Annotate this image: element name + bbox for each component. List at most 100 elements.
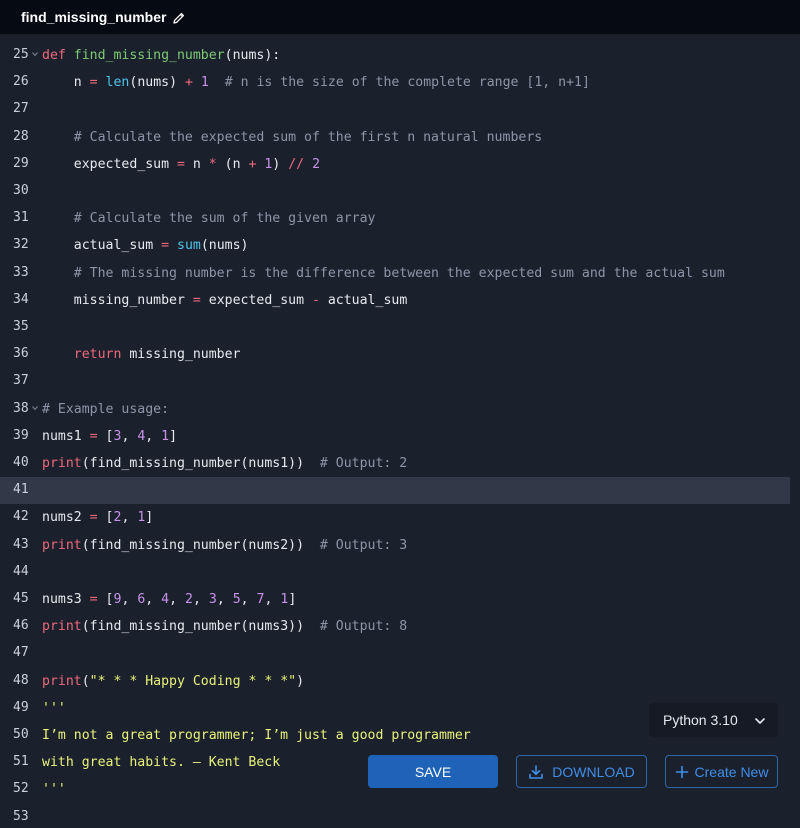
code-line[interactable]: 48 print("* * * Happy Coding * * *"): [0, 668, 790, 695]
line-number: 46: [13, 618, 29, 634]
create-new-button[interactable]: Create New: [665, 755, 778, 788]
code-token: return: [73, 347, 122, 363]
code-token: ): [296, 673, 305, 689]
line-gutter: 29: [0, 151, 42, 178]
code-token: =: [89, 592, 98, 607]
code-token: n: [42, 75, 90, 91]
code-text: # Example usage:: [42, 396, 169, 423]
line-number: 44: [13, 563, 29, 579]
line-number: 26: [13, 74, 29, 90]
code-token: missing_number: [121, 347, 241, 363]
download-button-label: DOWNLOAD: [552, 763, 635, 780]
code-line[interactable]: 39 nums1 = [3, 4, 1]: [0, 423, 790, 450]
save-button[interactable]: SAVE: [368, 755, 498, 788]
code-token: (nums): [200, 238, 249, 254]
code-token: ''': [42, 782, 66, 798]
code-line[interactable]: 29 expected_sum = n * (n + 1) // 2: [0, 151, 790, 178]
code-line[interactable]: 30: [0, 178, 790, 205]
code-line[interactable]: 26 n = len(nums) + 1 # n is the size of …: [0, 69, 790, 96]
code-line[interactable]: 46 print(find_missing_number(nums3)) # Ou…: [0, 613, 790, 640]
pencil-icon[interactable]: [173, 11, 185, 24]
code-token: 1: [200, 75, 209, 91]
code-text: I’m not a great programmer; I’m just a g…: [42, 722, 471, 749]
code-token: (find_missing_number(nums1)): [81, 456, 320, 471]
code-line[interactable]: 45 nums3 = [9, 6, 4, 2, 3, 5, 7, 1]: [0, 586, 790, 613]
language-version-select[interactable]: Python 3.10: [649, 703, 778, 737]
code-line[interactable]: 43 print(find_missing_number(nums2)) # Ou…: [0, 532, 790, 559]
code-token: (nums):: [224, 48, 281, 63]
code-line[interactable]: 33 # The missing number is the differenc…: [0, 260, 790, 287]
line-gutter: 48: [0, 668, 42, 695]
code-text: missing_number = expected_sum - actual_s…: [42, 287, 408, 314]
code-text: nums2 = [2, 1]: [42, 504, 153, 531]
code-line[interactable]: 32 actual_sum = sum(nums): [0, 232, 790, 259]
code-text: nums1 = [3, 4, 1]: [42, 423, 177, 450]
code-token: ,: [145, 428, 162, 444]
line-gutter: 37: [0, 368, 42, 395]
save-button-label: SAVE: [414, 763, 452, 780]
code-line[interactable]: 53: [0, 804, 790, 828]
code-token: 2: [185, 592, 193, 607]
code-text: print("* * * Happy Coding * * *"): [42, 668, 304, 695]
code-line[interactable]: 35: [0, 314, 790, 341]
line-gutter: 44: [0, 559, 42, 586]
fold-arrow-icon[interactable]: [32, 51, 38, 57]
code-token: # Calculate the expected sum of the firs…: [73, 129, 543, 145]
active-code-line[interactable]: 41: [0, 477, 790, 505]
code-token: =: [89, 75, 98, 91]
code-token: # Example usage:: [42, 401, 170, 417]
code-line[interactable]: 42 nums2 = [2, 1]: [0, 504, 790, 531]
code-token: (n: [216, 156, 249, 172]
line-number: 40: [13, 455, 29, 470]
line-number: 30: [13, 183, 29, 198]
code-line[interactable]: 36 return missing_number: [0, 341, 790, 368]
fold-arrow-icon[interactable]: [32, 405, 38, 411]
line-number: 31: [13, 210, 29, 226]
code-line[interactable]: 37: [0, 368, 790, 395]
code-token: (find_missing_number(nums2)): [81, 537, 320, 553]
line-number: 25: [13, 47, 29, 62]
code-text: with great habits. — Kent Beck: [42, 749, 280, 776]
code-text: expected_sum = n * (n + 1) // 2: [42, 151, 320, 178]
code-text: # Calculate the sum of the given array: [42, 205, 376, 232]
code-token: with great habits. — Kent Beck: [42, 755, 281, 771]
language-version-value: Python 3.10: [663, 712, 738, 728]
code-token: [: [97, 592, 114, 607]
code-token: 4: [161, 592, 170, 607]
code-token: (: [81, 673, 90, 689]
line-gutter: 42: [0, 504, 42, 531]
code-token: =: [192, 292, 201, 308]
code-token: print: [42, 537, 82, 553]
code-text: actual_sum = sum(nums): [42, 232, 249, 259]
code-line[interactable]: 47: [0, 640, 790, 667]
code-token: "* * * Happy Coding * * *": [89, 673, 297, 689]
download-button[interactable]: DOWNLOAD: [516, 755, 647, 788]
chevron-down-icon: [754, 714, 766, 726]
code-line[interactable]: 34 missing_number = expected_sum - actua…: [0, 287, 790, 314]
code-token: [: [97, 510, 114, 526]
code-text: nums3 = [9, 6, 4, 2, 3, 5, 7, 1]: [42, 586, 296, 613]
download-icon: [528, 764, 544, 780]
code-token: len: [105, 75, 130, 91]
line-gutter: 39: [0, 423, 42, 450]
line-number: 53: [13, 808, 29, 824]
line-number: 47: [13, 645, 29, 661]
code-token: ''': [42, 700, 66, 716]
code-line[interactable]: 38 # Example usage:: [0, 396, 790, 423]
code-line[interactable]: 31 # Calculate the sum of the given arra…: [0, 205, 790, 232]
code-line[interactable]: 28 # Calculate the expected sum of the f…: [0, 124, 790, 151]
code-line[interactable]: 27: [0, 96, 790, 123]
code-text: return missing_number: [42, 341, 241, 368]
line-gutter: 26: [0, 69, 42, 96]
code-line[interactable]: 25 def find_missing_number(nums):: [0, 42, 790, 69]
code-token: ,: [145, 592, 162, 607]
file-title[interactable]: find_missing_number: [21, 9, 166, 25]
line-gutter: 31: [0, 205, 42, 232]
code-line[interactable]: 40 print(find_missing_number(nums1)) # Ou…: [0, 450, 790, 477]
code-token: ,: [121, 428, 138, 444]
code-text: print(find_missing_number(nums1)) # Outp…: [42, 450, 407, 477]
code-token: ): [272, 156, 289, 172]
code-line[interactable]: 44: [0, 559, 790, 586]
